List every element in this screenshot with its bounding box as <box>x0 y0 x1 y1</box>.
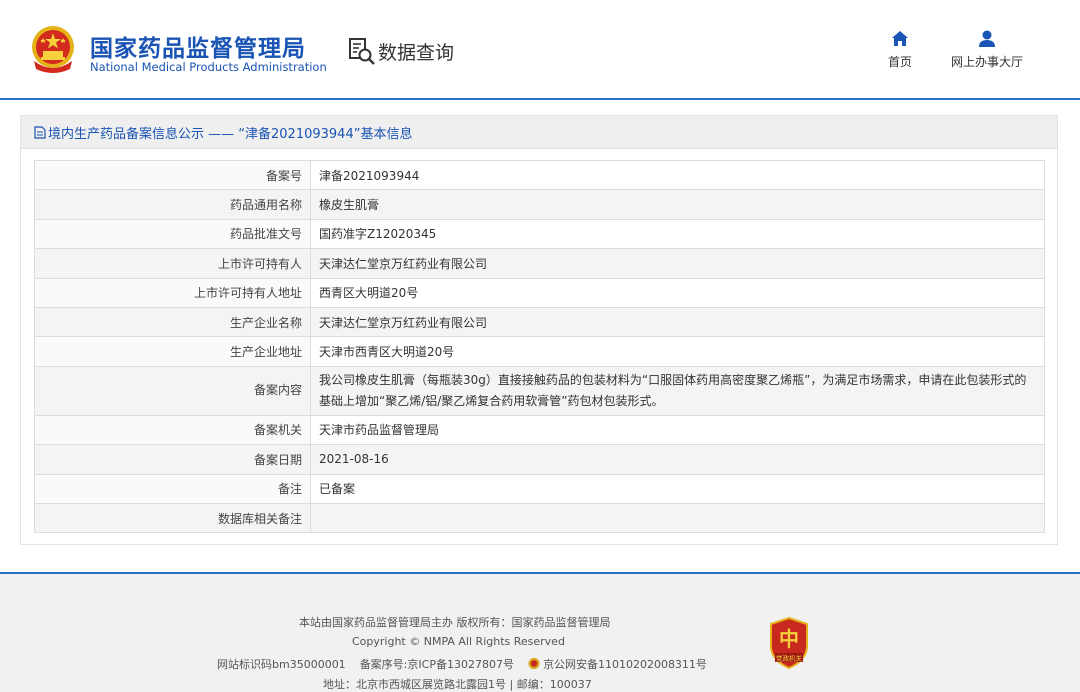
table-row: 备案号 津备2021093944 <box>34 159 1045 191</box>
table-row: 数据库相关备注 <box>34 502 1045 534</box>
home-icon <box>892 31 908 46</box>
field-label: 药品批准文号 <box>34 218 311 250</box>
record-info-table: 备案号 津备2021093944 药品通用名称 橡皮生肌膏 药品批准文号 国药准字Z1… <box>34 159 1045 534</box>
field-value: 橡皮生肌膏 <box>310 189 1045 220</box>
field-value: 我公司橡皮生肌膏（每瓶装30g）直接接触药品的包装材料为“口服固体药用高密度聚乙… <box>310 365 1045 416</box>
record-info-panel: 境内生产药品备案信息公示 —— “津备2021093944”基本信息 备案号 津备… <box>20 115 1058 545</box>
site-footer: 本站由国家药品监督管理局主办 版权所有：国家药品监督管理局 Copyright … <box>0 572 1080 692</box>
document-search-icon <box>349 38 375 65</box>
panel-header: 境内生产药品备案信息公示 —— “津备2021093944”基本信息 <box>21 116 1057 149</box>
table-row: 上市许可持有人地址 西青区大明道20号 <box>34 277 1045 308</box>
nav-home-label: 首页 <box>887 55 912 69</box>
field-value: 天津市西青区大明道20号 <box>310 336 1045 367</box>
brand-title-cn[interactable]: 国家药品监督管理局 <box>90 29 306 63</box>
table-row: 备注 已备案 <box>34 473 1045 504</box>
field-value: 西青区大明道20号 <box>310 277 1045 308</box>
field-value: 国药准字Z12020345 <box>310 218 1045 250</box>
field-value: 天津市药品监督管理局 <box>310 414 1045 446</box>
field-label: 备案机关 <box>34 414 311 446</box>
nav-home[interactable]: 首页 <box>886 30 914 70</box>
footer-copyright: Copyright © NMPA All Rights Reserved <box>352 635 565 648</box>
national-emblem-icon <box>32 26 74 73</box>
user-icon <box>979 30 995 47</box>
field-label: 备案号 <box>34 159 311 191</box>
field-value: 天津达仁堂京万红药业有限公司 <box>310 306 1045 338</box>
party-government-badge-icon[interactable]: 中 党政机关 <box>767 616 811 670</box>
field-value: 天津达仁堂京万红药业有限公司 <box>310 248 1045 279</box>
table-row: 药品通用名称 橡皮生肌膏 <box>34 189 1045 220</box>
field-value <box>310 502 1045 534</box>
field-label: 数据库相关备注 <box>34 502 311 534</box>
badge-label: 党政机关 <box>776 654 803 663</box>
panel-title: 境内生产药品备案信息公示 —— “津备2021093944”基本信息 <box>48 126 413 142</box>
police-badge-icon <box>528 658 540 669</box>
nav-hall-label: 网上办事大厅 <box>950 55 1023 69</box>
table-row: 上市许可持有人 天津达仁堂京万红药业有限公司 <box>34 248 1045 279</box>
field-label: 备注 <box>34 473 311 504</box>
field-value: 2021-08-16 <box>310 444 1045 475</box>
table-row: 备案内容 我公司橡皮生肌膏（每瓶装30g）直接接触药品的包装材料为“口服固体药用高… <box>34 365 1045 416</box>
field-label: 上市许可持有人 <box>34 248 311 279</box>
field-label: 药品通用名称 <box>34 189 311 220</box>
footer-address: 地址：北京市西城区展览路北露园1号 | 邮编：100037 <box>323 678 592 691</box>
table-row: 生产企业地址 天津市西青区大明道20号 <box>34 336 1045 367</box>
data-query-label: 数据查询 <box>378 41 455 64</box>
document-icon <box>34 125 46 139</box>
nav-online-service-hall[interactable]: 网上办事大厅 <box>946 30 1028 70</box>
field-label: 生产企业地址 <box>34 336 311 367</box>
field-label: 备案内容 <box>34 365 311 416</box>
brand-title-en[interactable]: National Medical Products Administration <box>90 60 327 74</box>
field-value: 已备案 <box>310 473 1045 504</box>
table-row: 备案日期 2021-08-16 <box>34 444 1045 475</box>
svg-text:中: 中 <box>779 627 799 651</box>
field-label: 备案日期 <box>34 444 311 475</box>
data-query-title: 数据查询 <box>348 36 454 66</box>
table-row: 生产企业名称 天津达仁堂京万红药业有限公司 <box>34 306 1045 338</box>
table-row: 备案机关 天津市药品监督管理局 <box>34 414 1045 446</box>
footer-sponsor: 本站由国家药品监督管理局主办 版权所有：国家药品监督管理局 <box>299 616 611 629</box>
site-header: 国家药品监督管理局 National Medical Products Admi… <box>0 0 1080 100</box>
field-value: 津备2021093944 <box>310 159 1045 191</box>
site-id: 网站标识码bm35000001 <box>217 658 346 671</box>
field-label: 生产企业名称 <box>34 306 311 338</box>
police-record-link[interactable]: 京公网安备11010202008311号 <box>543 658 707 671</box>
icp-link[interactable]: 备案序号:京ICP备13027807号 <box>360 658 514 671</box>
field-label: 上市许可持有人地址 <box>34 277 311 308</box>
table-row: 药品批准文号 国药准字Z12020345 <box>34 218 1045 250</box>
footer-registration: 网站标识码bm35000001 备案序号:京ICP备13027807号 京公网安备1… <box>0 656 1080 672</box>
